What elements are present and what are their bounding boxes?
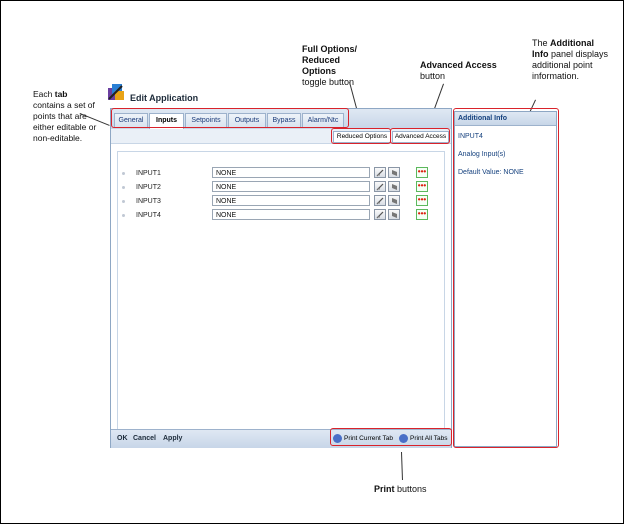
cancel-button[interactable]: Cancel [133, 434, 156, 444]
eraser-icon [392, 212, 397, 218]
point-value-field[interactable]: NONE [212, 181, 370, 192]
edit-point-button[interactable] [374, 181, 386, 192]
annotation-tabs: Each tab contains a set of points that a… [33, 89, 97, 143]
clear-point-button[interactable] [388, 209, 400, 220]
additional-info-highlight [453, 108, 559, 448]
bullet-icon [122, 186, 125, 189]
point-value-field[interactable]: NONE [212, 209, 370, 220]
apply-button[interactable]: Apply [163, 434, 182, 444]
more-options-button[interactable]: ••• [416, 167, 428, 178]
bullet-icon [122, 214, 125, 217]
edit-application-icon [106, 82, 126, 102]
annotation-options: Full Options/ Reduced Options toggle but… [302, 44, 357, 87]
point-label: INPUT3 [136, 198, 161, 205]
list-item: INPUT3 NONE ••• [118, 195, 444, 208]
edit-icon [376, 211, 384, 219]
advanced-access-highlight [390, 128, 450, 144]
list-item: INPUT1 NONE ••• [118, 167, 444, 180]
annotation-advanced: Advanced Access button [420, 60, 497, 81]
point-label: INPUT4 [136, 212, 161, 219]
list-item: INPUT2 NONE ••• [118, 181, 444, 194]
ok-button[interactable]: OK [117, 434, 128, 444]
print-buttons-highlight [330, 428, 452, 446]
edit-point-button[interactable] [374, 209, 386, 220]
edit-point-button[interactable] [374, 167, 386, 178]
clear-point-button[interactable] [388, 195, 400, 206]
more-options-button[interactable]: ••• [416, 181, 428, 192]
clear-point-button[interactable] [388, 167, 400, 178]
edit-application-window: General Inputs Setpoints Outputs Bypass … [110, 108, 452, 448]
point-label: INPUT1 [136, 170, 161, 177]
point-label: INPUT2 [136, 184, 161, 191]
point-value-field[interactable]: NONE [212, 195, 370, 206]
more-options-button[interactable]: ••• [416, 195, 428, 206]
edit-icon [376, 197, 384, 205]
more-options-button[interactable]: ••• [416, 209, 428, 220]
bullet-icon [122, 172, 125, 175]
annotation-info: The Additional Info panel displays addit… [532, 38, 609, 81]
reduced-options-highlight [331, 128, 391, 144]
list-item: INPUT4 NONE ••• [118, 209, 444, 222]
edit-point-button[interactable] [374, 195, 386, 206]
edit-icon [376, 183, 384, 191]
edit-icon [376, 169, 384, 177]
eraser-icon [392, 170, 397, 176]
app-title: Edit Application [130, 93, 199, 103]
annotation-print: Print buttons [374, 484, 427, 494]
clear-point-button[interactable] [388, 181, 400, 192]
tabs-highlight [111, 108, 349, 128]
eraser-icon [392, 198, 397, 204]
eraser-icon [392, 184, 397, 190]
point-value-field[interactable]: NONE [212, 167, 370, 178]
bullet-icon [122, 200, 125, 203]
points-list: INPUT1 NONE ••• INPUT2 NONE ••• INPUT3 N… [117, 151, 445, 431]
app-header: Edit Application [106, 82, 306, 108]
